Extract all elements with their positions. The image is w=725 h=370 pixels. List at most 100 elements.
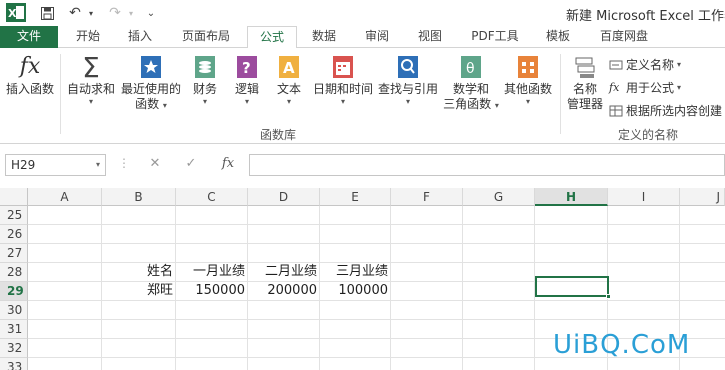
name-box[interactable]: H29 ▾ — [5, 154, 106, 176]
insert-function-fx-icon[interactable]: fx — [216, 156, 240, 174]
cell-c29[interactable]: 150000 — [176, 281, 248, 300]
tab-baidu-netdisk[interactable]: 百度网盘 — [594, 26, 654, 48]
cell-b29[interactable]: 郑旺 — [102, 281, 176, 300]
gridline — [28, 243, 725, 244]
lookup-reference-button[interactable]: 查找与引用 ▾ — [376, 54, 440, 107]
tab-home[interactable]: 开始 — [70, 26, 106, 48]
gridline — [462, 206, 463, 370]
gridline — [28, 319, 725, 320]
financial-button[interactable]: 财务 ▾ — [188, 54, 222, 107]
more-functions-icon — [516, 54, 540, 80]
row-header-30[interactable]: 30 — [0, 301, 28, 320]
column-header-d[interactable]: D — [248, 188, 320, 206]
row-header-26[interactable]: 26 — [0, 225, 28, 244]
column-header-h[interactable]: H — [535, 188, 608, 206]
fill-handle[interactable] — [606, 294, 611, 299]
customize-toolbar-icon[interactable]: ⌄ — [142, 4, 160, 22]
tab-insert[interactable]: 插入 — [122, 26, 158, 48]
coins-icon — [193, 54, 217, 80]
enter-check-icon[interactable]: ✓ — [180, 156, 202, 174]
formula-input[interactable] — [249, 154, 725, 176]
fx-small-icon: fx — [609, 80, 620, 94]
chevron-down-icon: ▾ — [244, 97, 249, 106]
cell-d28[interactable]: 二月业绩 — [248, 262, 320, 281]
selected-cell-h29[interactable] — [535, 276, 611, 299]
row-header-33[interactable]: 33 — [0, 358, 28, 370]
question-book-icon: ? — [235, 54, 259, 80]
date-time-button[interactable]: 日期和时间 ▾ — [310, 54, 376, 107]
magnifier-book-icon — [396, 54, 420, 80]
sigma-icon: Σ — [82, 51, 100, 84]
chevron-down-icon: ▾ — [405, 97, 410, 106]
row-header-25[interactable]: 25 — [0, 206, 28, 225]
gridline — [28, 224, 725, 225]
recently-used-button[interactable]: 最近使用的 函数 ▾ — [118, 54, 184, 112]
ribbon-separator — [60, 54, 61, 134]
ribbon-separator — [560, 54, 561, 134]
gridline — [28, 300, 725, 301]
cell-e28[interactable]: 三月业绩 — [320, 262, 391, 281]
text-button[interactable]: A 文本 ▾ — [272, 54, 306, 107]
tab-file[interactable]: 文件 — [0, 26, 58, 48]
row-header-31[interactable]: 31 — [0, 320, 28, 339]
tab-templates[interactable]: 模板 — [540, 26, 576, 48]
tab-data[interactable]: 数据 — [306, 26, 342, 48]
use-in-formula-button[interactable]: fx 用于公式 ▾ — [609, 79, 681, 96]
select-all-button[interactable] — [0, 188, 28, 206]
chevron-down-icon: ▾ — [162, 101, 167, 110]
chevron-down-icon: ▾ — [677, 83, 682, 92]
cell-d29[interactable]: 200000 — [248, 281, 320, 300]
grid-create-icon — [609, 105, 623, 116]
chevron-down-icon: ▾ — [202, 97, 207, 106]
undo-dropdown-icon[interactable]: ▾ — [82, 4, 100, 22]
insert-function-button[interactable]: fx 插入函数 — [4, 54, 56, 97]
column-header-i[interactable]: I — [608, 188, 680, 206]
tab-view[interactable]: 视图 — [412, 26, 448, 48]
column-header-c[interactable]: C — [176, 188, 248, 206]
chevron-down-icon: ▾ — [525, 97, 530, 106]
excel-logo-icon: X — [6, 3, 26, 22]
math-trig-button[interactable]: θ 数学和 三角函数 ▾ — [442, 54, 500, 112]
title-bar: X ↶ ▾ ↷ ▾ ⌄ 新建 Microsoft Excel 工作表 — [0, 0, 725, 26]
name-manager-button[interactable]: 名称 管理器 — [564, 54, 606, 112]
tab-page-layout[interactable]: 页面布局 — [176, 26, 236, 48]
group-label-function-library: 函数库 — [260, 128, 297, 142]
window-title: 新建 Microsoft Excel 工作表 — [566, 9, 725, 24]
column-header-e[interactable]: E — [320, 188, 391, 206]
cell-b28[interactable]: 姓名 — [102, 262, 176, 281]
cell-c28[interactable]: 一月业绩 — [176, 262, 248, 281]
group-label-defined-names: 定义的名称 — [618, 128, 679, 142]
cell-e29[interactable]: 100000 — [320, 281, 391, 300]
chevron-down-icon: ▾ — [95, 160, 100, 169]
more-options-icon[interactable]: ⋮ — [118, 156, 130, 174]
autosum-button[interactable]: Σ 自动求和 ▾ — [64, 54, 118, 107]
tab-pdf-tools[interactable]: PDF工具 — [466, 26, 524, 48]
excel-window: X ↶ ▾ ↷ ▾ ⌄ 新建 Microsoft Excel 工作表 文件 开始… — [0, 0, 725, 370]
fx-icon: fx — [19, 54, 41, 79]
chevron-down-icon: ▾ — [340, 97, 345, 106]
save-icon[interactable] — [38, 4, 56, 22]
redo-dropdown-icon[interactable]: ▾ — [122, 4, 140, 22]
watermark: UiBQ.CoM — [553, 330, 691, 360]
column-header-a[interactable]: A — [28, 188, 102, 206]
cancel-icon[interactable]: ✕ — [144, 156, 166, 174]
column-header-g[interactable]: G — [463, 188, 535, 206]
logical-button[interactable]: ? 逻辑 ▾ — [230, 54, 264, 107]
svg-text:θ: θ — [466, 61, 475, 77]
tab-formulas[interactable]: 公式 — [247, 26, 297, 49]
chevron-down-icon: ▾ — [677, 60, 682, 69]
column-header-j[interactable]: J — [680, 188, 725, 206]
define-name-button[interactable]: 定义名称 ▾ — [609, 56, 681, 73]
column-header-f[interactable]: F — [391, 188, 463, 206]
row-header-28[interactable]: 28 — [0, 263, 28, 282]
star-book-icon — [139, 54, 163, 80]
column-header-b[interactable]: B — [102, 188, 176, 206]
row-header-29[interactable]: 29 — [0, 282, 28, 301]
row-header-32[interactable]: 32 — [0, 339, 28, 358]
create-from-selection-button[interactable]: 根据所选内容创建 — [609, 102, 722, 119]
tab-review[interactable]: 审阅 — [359, 26, 395, 48]
row-header-27[interactable]: 27 — [0, 244, 28, 263]
calendar-icon — [331, 54, 355, 80]
more-functions-button[interactable]: 其他函数 ▾ — [500, 54, 556, 107]
chevron-down-icon: ▾ — [494, 101, 499, 110]
